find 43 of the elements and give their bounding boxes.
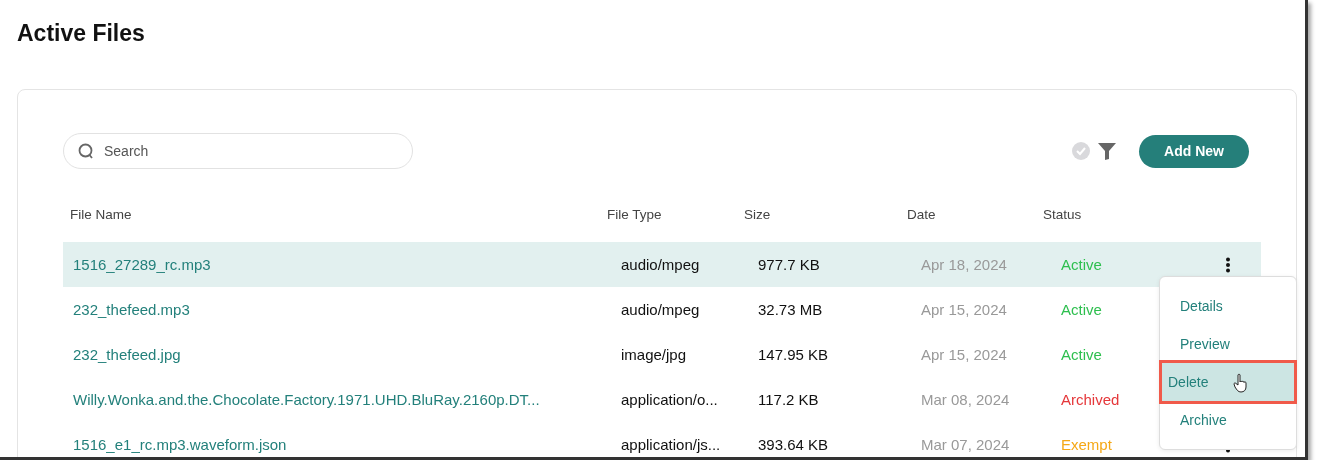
- hand-cursor-icon[interactable]: [1232, 373, 1250, 393]
- check-circle-icon[interactable]: [1071, 141, 1092, 161]
- search-field[interactable]: Search: [63, 133, 413, 169]
- page-title: Active Files: [17, 19, 146, 47]
- table-cell-text: Mar 08, 2024: [921, 391, 1011, 408]
- filter-icon[interactable]: [1097, 141, 1118, 161]
- status-text: Active: [1061, 256, 1102, 273]
- status-text: Archived: [1061, 391, 1120, 408]
- table-cell-text: image/jpg: [620, 346, 688, 363]
- search-icon[interactable]: [77, 142, 95, 160]
- status-text: Active: [1061, 346, 1102, 363]
- column-header: Date: [907, 206, 937, 222]
- file-name-link[interactable]: 1516_27289_rc.mp3: [63, 256, 617, 273]
- menu-item[interactable]: Preview: [1160, 325, 1296, 363]
- table-cell-text: Apr 18, 2024: [921, 256, 1008, 273]
- status-text: Exempt: [1061, 436, 1112, 453]
- menu-item[interactable]: Archive: [1160, 401, 1296, 439]
- table-cell-text: audio/mpeg: [620, 301, 701, 318]
- file-name-link[interactable]: 232_thefeed.mp3: [63, 301, 617, 318]
- add-new-button[interactable]: Add New: [1139, 134, 1249, 168]
- column-header: File Name: [69, 206, 133, 222]
- table-cell-text: 977.7 KB: [758, 256, 821, 273]
- column-header: File Type: [607, 206, 663, 222]
- more-options-icon[interactable]: [1225, 256, 1231, 273]
- table-row[interactable]: 1516_27289_rc.mp3 audio/mpeg 977.7 KB Apr 18, 2024 Active: [63, 242, 1261, 287]
- file-name-link[interactable]: 1516_e1_rc.mp3.waveform.json: [63, 436, 617, 453]
- table-cell-text: Mar 07, 2024: [921, 436, 1011, 453]
- table-cell-text: application/js...: [620, 436, 722, 453]
- menu-item[interactable]: Delete: [1162, 363, 1294, 401]
- table-cell-text: Apr 15, 2024: [921, 346, 1008, 363]
- table-cell-text: 147.95 KB: [758, 346, 830, 363]
- file-name-link[interactable]: 232_thefeed.jpg: [63, 346, 617, 363]
- menu-item[interactable]: Details: [1160, 287, 1296, 325]
- table-cell-text: 393.64 KB: [758, 436, 830, 453]
- column-header: Size: [744, 206, 772, 222]
- table-cell-text: 32.73 MB: [758, 301, 824, 318]
- status-text: Active: [1061, 301, 1102, 318]
- file-name-link[interactable]: Willy.Wonka.and.the.Chocolate.Factory.1971.UHD.BluRay.2160p.DT...: [63, 391, 617, 408]
- table-cell-text: 117.2 KB: [758, 391, 820, 408]
- table-cell-text: application/o...: [620, 391, 719, 408]
- table-cell-text: Apr 15, 2024: [921, 301, 1008, 318]
- table-cell-text: audio/mpeg: [620, 256, 701, 273]
- column-header: Status: [1043, 206, 1083, 222]
